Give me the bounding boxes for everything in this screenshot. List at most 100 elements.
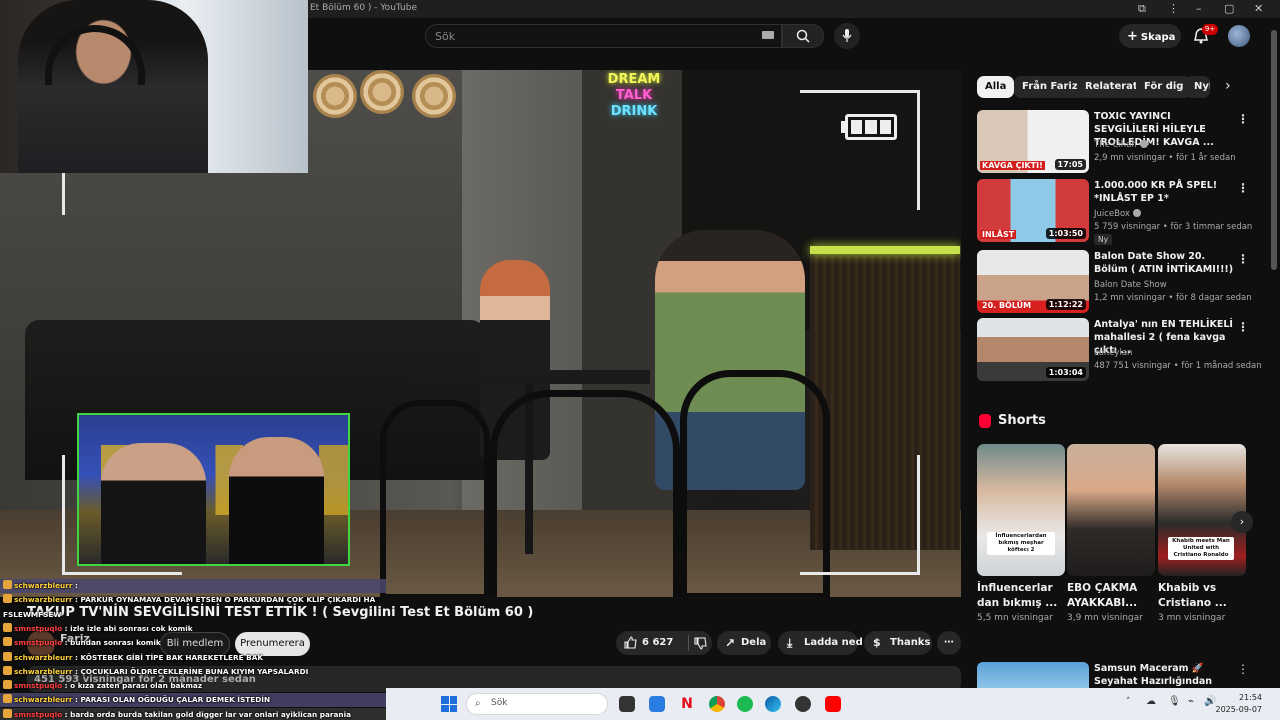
more-vertical-icon[interactable]: ⋮ [1237, 112, 1249, 126]
more-vertical-icon[interactable]: ⋮ [1237, 252, 1249, 266]
short-thumbnail[interactable]: İnfluencerlardan bıkmış meşhar köftecı 2 [977, 444, 1065, 576]
chat-text: PARKUR OYNAMAYA DEVAM ETSEN O PARKURDAN … [80, 595, 376, 605]
more-vertical-icon[interactable]: ⋮ [1237, 181, 1249, 195]
rec-channel[interactable]: The Cihan [1094, 140, 1148, 150]
microphone-icon [842, 29, 852, 42]
short-views: 3 mn visningar [1158, 613, 1226, 623]
rec-thumbnail[interactable]: 20. BÖLÜM 1:12:22 [977, 250, 1089, 313]
search-input[interactable]: Sök [425, 24, 782, 48]
chevron-right-icon[interactable]: › [1225, 78, 1231, 94]
keyboard-icon[interactable] [762, 31, 774, 39]
short-title[interactable]: İnfluencerlar dan bıkmış ... [977, 581, 1063, 611]
taskbar-search-label: Sök [491, 698, 508, 708]
obs-icon[interactable] [795, 696, 811, 712]
taskbar-clock[interactable]: 21:54 2025-09-07 [1212, 692, 1263, 716]
recommended-video[interactable]: INLÅST 1:03:50 1.000.000 KR PÅ SPEL! *INLÅ… [977, 179, 1267, 245]
page-scrollbar[interactable] [1271, 30, 1277, 270]
more-menu-icon[interactable]: ⋮ [1168, 2, 1179, 15]
more-vertical-icon[interactable]: ⋮ [1237, 662, 1249, 676]
thumbs-up-icon[interactable] [624, 636, 637, 649]
rec-channel[interactable]: JuiceBox [1094, 209, 1141, 219]
youtube-icon[interactable] [825, 696, 841, 712]
task-view-icon[interactable] [619, 696, 635, 712]
chat-username: schwarzbleurr [14, 652, 73, 662]
cloud-icon[interactable]: ☁ [1146, 696, 1156, 707]
file-explorer-icon[interactable] [649, 696, 665, 712]
recommended-video[interactable]: 20. BÖLÜM 1:12:22 Balon Date Show 20. Bölü… [977, 250, 1267, 314]
chat-username: schwarzbleurr [14, 581, 73, 590]
search-button[interactable] [782, 24, 824, 48]
short-thumbnail[interactable]: Khabib meets Man United with Cristiano R… [1158, 444, 1246, 576]
download-button[interactable]: ⤓ Ladda ned [778, 631, 863, 655]
chip-alla[interactable]: Alla [977, 76, 1015, 98]
chevron-up-icon[interactable]: ˄ [1126, 697, 1131, 707]
chat-message: smnstpuqlo : izle izle abi sonrası cok k… [0, 622, 386, 636]
chat-text: o kıza zaten parası olan bakmaz [70, 681, 203, 691]
shorts-next-button[interactable]: › [1231, 511, 1253, 533]
rec-channel[interactable]: koheylan [1094, 348, 1132, 358]
microphone-icon[interactable]: 🎙 [1168, 696, 1181, 707]
chat-badge-icon [3, 580, 12, 589]
taskbar-search[interactable]: ⌕ Sök [466, 693, 608, 715]
chat-badge-icon [3, 622, 12, 632]
chip-for-dig[interactable]: För dig [1136, 76, 1192, 98]
thumbs-down-icon[interactable] [694, 637, 707, 650]
rec-thumbnail[interactable]: INLÅST 1:03:50 [977, 179, 1089, 242]
chrome-icon[interactable] [709, 696, 725, 712]
window-title: Et Bölüm 60 ) - YouTube [310, 3, 417, 13]
like-count[interactable]: 6 627 [642, 631, 673, 655]
more-vertical-icon[interactable]: ⋮ [1237, 320, 1249, 334]
chat-username: smnstpuqlo [14, 681, 63, 691]
chat-message: FSLEWMFSEW [0, 608, 386, 622]
share-button[interactable]: ↗ Dela [717, 631, 771, 655]
rec-title[interactable]: 1.000.000 KR PÅ SPEL! *INLÅST EP 1* [1094, 179, 1234, 205]
chip-fran-fariz[interactable]: Från Fariz [1014, 76, 1086, 98]
thumb-text: INLÅST [980, 230, 1017, 239]
video-duration: 1:03:04 [1045, 367, 1086, 378]
short-thumbnail[interactable] [1067, 444, 1155, 576]
minimize-button[interactable]: – [1196, 2, 1202, 15]
edge-icon[interactable] [765, 696, 781, 712]
chat-message: schwarzbleurr : [0, 579, 386, 593]
rec-title[interactable]: Balon Date Show 20. Bölüm ( ATIN İNTİKAM… [1094, 250, 1234, 276]
thanks-button[interactable]: $ Thanks [864, 631, 932, 655]
windows-taskbar: ⌕ Sök N ˄ ☁ 🎙 ⌁ 🔊 21:54 2025-09-07 [386, 688, 1280, 720]
voice-search-button[interactable] [834, 23, 860, 49]
chat-text: FSLEWMFSEW [3, 609, 62, 619]
account-avatar[interactable] [1228, 25, 1250, 47]
download-label: Ladda ned [804, 637, 863, 648]
create-button[interactable]: + Skapa [1119, 24, 1181, 48]
short-views: 3,9 mn visningar [1067, 613, 1143, 623]
wall-basket [412, 74, 456, 118]
chat-badge-icon [3, 708, 12, 718]
recommended-video[interactable]: 1:03:04 Antalya' nın EN TEHLİKELİ mahalle… [977, 318, 1267, 382]
maximize-button[interactable]: ▢ [1224, 2, 1234, 15]
rec-thumbnail[interactable]: 1:03:04 [977, 318, 1089, 381]
video-duration: 17:05 [1054, 159, 1086, 170]
rec-channel[interactable]: Balon Date Show [1094, 280, 1167, 290]
short-title[interactable]: EBO ÇAKMA AYAKKABI... [1067, 581, 1153, 611]
rec-thumbnail[interactable] [977, 662, 1089, 688]
chip-nyligen[interactable]: Nyli [1186, 76, 1210, 98]
chat-badge-icon [3, 665, 12, 675]
chevron-right-icon: › [1239, 515, 1245, 528]
netflix-icon[interactable]: N [679, 696, 695, 712]
short-title[interactable]: Khabib vs Cristiano ... [1158, 581, 1244, 611]
verified-icon [1139, 140, 1148, 148]
thumb-text: KAVGA ÇIKTI! [980, 161, 1045, 170]
chat-separator: : [62, 709, 71, 719]
recommended-video[interactable]: KAVGA ÇIKTI! 17:05 TOXIC YAYINCI SEVGİLİLE… [977, 110, 1267, 174]
close-button[interactable]: ✕ [1254, 2, 1263, 15]
rec-thumbnail[interactable]: KAVGA ÇIKTI! 17:05 [977, 110, 1089, 173]
extension-icon[interactable]: ⧉ [1138, 2, 1146, 16]
thumb-text: 20. BÖLÜM [980, 301, 1034, 310]
camera-frame-corner [800, 90, 920, 210]
camera-frame-corner [800, 455, 920, 575]
search-placeholder: Sök [435, 30, 456, 43]
streamer-webcam [0, 0, 308, 173]
chat-message: schwarzbleurr : PARKUR OYNAMAYA DEVAM ET… [0, 593, 386, 607]
windows-start-icon[interactable] [441, 696, 457, 712]
network-icon[interactable]: ⌁ [1188, 696, 1194, 707]
spotify-icon[interactable] [737, 696, 753, 712]
more-actions-button[interactable]: ⋯ [937, 631, 961, 655]
